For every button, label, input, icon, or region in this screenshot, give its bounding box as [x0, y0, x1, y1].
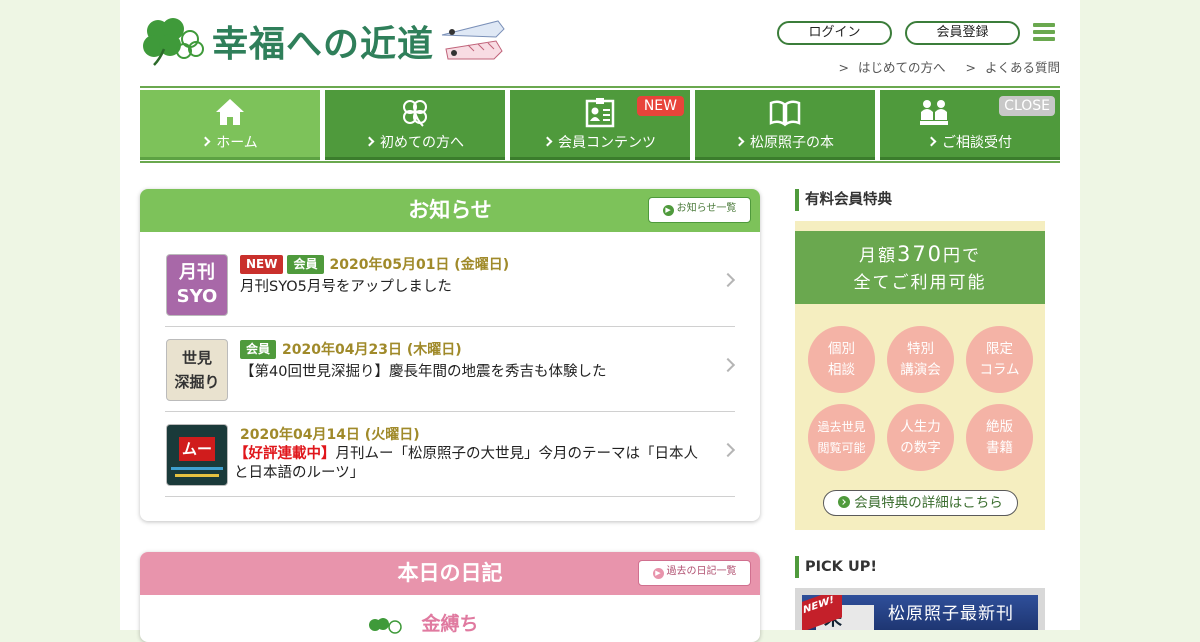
- news-item[interactable]: 月刊 SYO NEW 会員 2020年05月01日 (金曜日) 月刊SYO5月号…: [165, 242, 736, 327]
- clover-logo-icon: [143, 18, 204, 66]
- benefits-box: 月額370円で 全てご利用可能 個別 相談 特別 講演会 限定 コラム 過去世見 閲覧可…: [795, 221, 1045, 530]
- pickup-banner[interactable]: 未 NEW! 松原照子最新刊: [802, 595, 1038, 630]
- consultation-icon: [920, 100, 948, 125]
- benefit-details-label: 会員特典の詳細はこちら: [854, 495, 1003, 511]
- benefits-price: 月額370円で 全てご利用可能: [795, 231, 1045, 304]
- benefits-heading: 有料会員特典: [795, 189, 892, 211]
- new-tag: NEW: [240, 254, 284, 274]
- member-tag: 会員: [287, 254, 324, 274]
- price-line2: 全てご利用可能: [853, 273, 987, 293]
- logo-text: 幸福への近道: [212, 23, 435, 65]
- register-button[interactable]: 会員登録: [905, 21, 1020, 45]
- diary-subtitle: 金縛ち: [421, 613, 479, 635]
- nav-divider: [140, 161, 1060, 163]
- thumb-text: 月刊: [179, 262, 215, 283]
- news-thumbnail: ムー: [166, 424, 228, 486]
- main-nav: ホーム 初めての方へ NEW 会員コンテンツ 松原照子の本 CLOSE ご相談受…: [140, 90, 1060, 160]
- benefit-circle: 個別 相談: [808, 326, 875, 393]
- news-list-button[interactable]: ▶ お知らせ一覧: [648, 197, 751, 223]
- chevron-right-icon: [720, 272, 736, 288]
- nav-member-contents-label: 会員コンテンツ: [510, 132, 690, 152]
- news-meta: NEW 会員 2020年05月01日 (金曜日): [240, 254, 509, 274]
- news-text: 月刊SYO5月号をアップしました: [240, 279, 452, 295]
- koinobori-icon: [441, 20, 505, 60]
- nav-first-visit-label: 初めての方へ: [325, 132, 505, 152]
- pickup-box: 未 NEW! 松原照子最新刊: [795, 588, 1045, 630]
- news-list: 月刊 SYO NEW 会員 2020年05月01日 (金曜日) 月刊SYO5月号…: [140, 232, 760, 521]
- book-icon: [769, 100, 801, 127]
- link-first-visit[interactable]: はじめての方へ: [839, 57, 946, 76]
- chevron-right-icon: [720, 357, 736, 373]
- nav-books[interactable]: 松原照子の本: [695, 90, 875, 160]
- news-thumbnail: 月刊 SYO: [166, 254, 228, 316]
- news-item[interactable]: ムー 2020年04月14日 (火曜日) 【好評連載中】月刊ムー「松原照子の大世…: [165, 412, 736, 497]
- nav-consultation[interactable]: CLOSE ご相談受付: [880, 90, 1060, 160]
- arrow-circle-icon: ▶: [662, 205, 674, 216]
- news-text: 【第40回世見深掘り】慶長年間の地震を秀吉も体験した: [240, 364, 607, 380]
- nav-member-contents[interactable]: NEW 会員コンテンツ: [510, 90, 690, 160]
- nav-consultation-label: ご相談受付: [880, 132, 1060, 152]
- news-header: お知らせ ▶ お知らせ一覧: [140, 189, 760, 232]
- thumb-text: SYO: [176, 286, 218, 307]
- nav-home-label: ホーム: [140, 132, 320, 152]
- news-meta: 会員 2020年04月23日 (木曜日): [240, 339, 462, 359]
- benefit-circle: 人生力 の数字: [887, 404, 954, 471]
- news-panel: お知らせ ▶ お知らせ一覧 月刊 SYO NEW 会員 2020年05月01日 (…: [140, 189, 760, 521]
- benefit-circle: 過去世見 閲覧可能: [808, 404, 875, 471]
- benefit-circle: 特別 講演会: [887, 326, 954, 393]
- header-sublinks: はじめての方へ よくある質問: [839, 57, 1060, 76]
- arrow-circle-icon: ▶: [652, 568, 664, 579]
- price-prefix: 月額: [858, 246, 897, 266]
- nav-first-visit[interactable]: 初めての方へ: [325, 90, 505, 160]
- benefit-circle: 限定 コラム: [966, 326, 1033, 393]
- news-date: 2020年04月23日 (木曜日): [282, 342, 462, 358]
- header-divider: [140, 86, 1060, 88]
- clover-icon: [403, 100, 427, 127]
- site-logo[interactable]: 幸福への近道: [140, 12, 510, 70]
- arrow-circle-icon: [838, 496, 851, 508]
- news-text-wrapper: 【好評連載中】月刊ムー「松原照子の大世見」今月のテーマは「日本人と日本語のルーツ…: [234, 445, 710, 483]
- pickup-heading: PICK UP!: [795, 556, 877, 578]
- news-date: 2020年05月01日 (金曜日): [329, 257, 510, 273]
- pickup-banner-text: 松原照子最新刊: [888, 604, 1014, 624]
- thumb-text: 世見: [181, 349, 212, 367]
- page: 幸福への近道 ログイン 会員登録 はじめての方へ よくある質問 ホーム: [120, 0, 1080, 642]
- thumb-text: 深掘り: [174, 373, 220, 391]
- news-date: 2020年04月14日 (火曜日): [240, 427, 420, 443]
- diary-body: 金縛ち: [140, 595, 760, 635]
- news-thumbnail: 世見 深掘り: [166, 339, 228, 401]
- nav-new-badge: NEW: [636, 96, 684, 116]
- nav-home[interactable]: ホーム: [140, 90, 320, 160]
- price-suffix: 円で: [943, 246, 982, 266]
- benefit-details-link[interactable]: 会員特典の詳細はこちら: [823, 490, 1018, 516]
- diary-header: 本日の日記 ▶ 過去の日記一覧: [140, 552, 760, 595]
- member-card-icon: [585, 98, 615, 128]
- benefit-circle: 絶版 書籍: [966, 404, 1033, 471]
- chevron-right-icon: [720, 442, 736, 458]
- news-highlight: 【好評連載中】: [234, 446, 336, 462]
- news-meta: 2020年04月14日 (火曜日): [240, 424, 420, 444]
- news-list-button-label: お知らせ一覧: [676, 203, 737, 214]
- link-faq[interactable]: よくある質問: [966, 57, 1060, 76]
- news-item[interactable]: 世見 深掘り 会員 2020年04月23日 (木曜日) 【第40回世見深掘り】慶…: [165, 327, 736, 412]
- diary-panel: 本日の日記 ▶ 過去の日記一覧 金縛ち: [140, 552, 760, 642]
- thumb-text: ムー: [179, 437, 215, 461]
- diary-list-button-label: 過去の日記一覧: [666, 566, 737, 577]
- nav-close-badge[interactable]: CLOSE: [999, 96, 1055, 116]
- login-button[interactable]: ログイン: [777, 21, 892, 45]
- nav-books-label: 松原照子の本: [695, 132, 875, 152]
- diary-list-button[interactable]: ▶ 過去の日記一覧: [638, 560, 751, 586]
- menu-icon[interactable]: [1033, 23, 1055, 42]
- price-value: 370: [896, 242, 944, 266]
- member-tag: 会員: [240, 339, 277, 359]
- home-icon: [216, 99, 244, 125]
